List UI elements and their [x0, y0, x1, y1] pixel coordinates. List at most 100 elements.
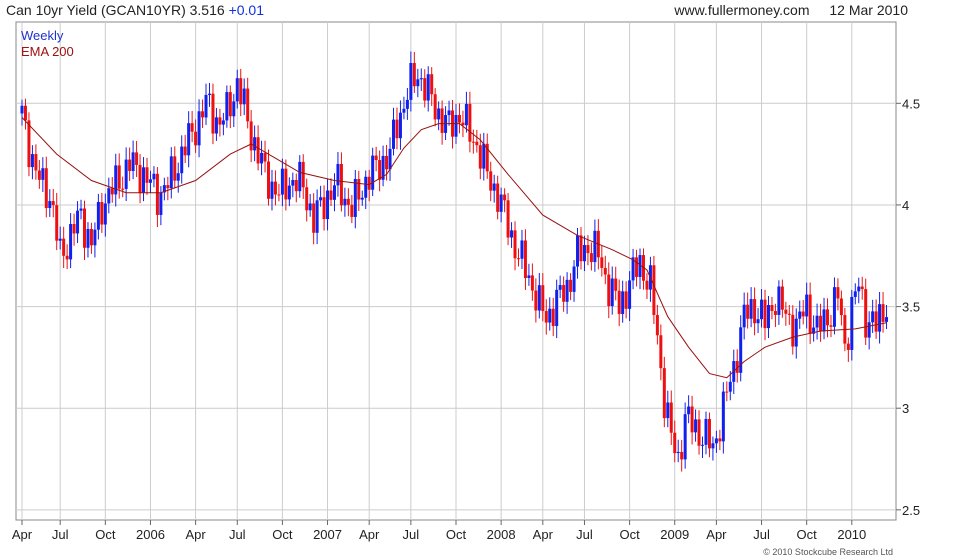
y-axis: 2.5 3 3.5 4 4.5 [896, 96, 920, 518]
candlestick-chart: 2.533.544.5 Apr Jul Oct 2006 Apr Jul Oct 2007 Ap… [12, 21, 920, 557]
candle-body-down [37, 170, 41, 180]
candle-body-up [565, 279, 569, 302]
candle-body-up [152, 173, 156, 180]
candle-body-up [871, 311, 875, 323]
candle-body-down [475, 141, 479, 146]
candle-body-down [100, 202, 104, 225]
x-tick-label: Jul [52, 527, 69, 542]
candle-body-down [294, 179, 298, 192]
candle-body-down [659, 335, 663, 369]
candle-body-up [235, 78, 239, 102]
y-tick-label: 4.5 [902, 96, 920, 111]
candle-body-down [471, 141, 475, 143]
candle-body-down [780, 286, 784, 310]
candle-body-up [176, 173, 180, 181]
candle-body-up [711, 443, 715, 449]
x-tick-label: Oct [446, 527, 467, 542]
candle-body-up [298, 161, 302, 192]
candle-body-down [569, 279, 573, 292]
candle-body-up [207, 93, 211, 95]
candle-body-down [128, 159, 132, 171]
candle-body-down [819, 315, 823, 332]
candle-body-up [593, 230, 597, 263]
candle-body-down [864, 289, 868, 338]
candle-body-down [350, 204, 354, 217]
x-tick-label: 2006 [136, 527, 165, 542]
candle-body-down [430, 74, 434, 95]
candle-body-up [405, 99, 409, 109]
candle-body-up [701, 444, 705, 446]
candle-body-down [82, 208, 86, 248]
grid [16, 22, 896, 520]
candle-body-up [326, 190, 330, 220]
candle-body-down [284, 168, 288, 200]
candle-body-down [194, 131, 198, 146]
candle-body-down [201, 111, 205, 118]
candle-body-up [582, 245, 586, 262]
candle-body-down [110, 188, 114, 195]
candle-body-down [562, 285, 566, 302]
candle-body-down [662, 368, 666, 419]
candle-body-down [763, 299, 767, 329]
candle-body-up [360, 197, 364, 200]
candle-body-down [718, 438, 722, 442]
candle-body-down [770, 305, 774, 312]
candle-body-down [322, 197, 326, 220]
candle-body-up [291, 179, 295, 186]
candle-body-up [756, 319, 760, 324]
candle-body-down [506, 200, 510, 238]
candle-body-up [676, 451, 680, 454]
candle-body-down [516, 258, 520, 260]
candle-body-up [548, 308, 552, 323]
candle-body-up [392, 119, 396, 149]
x-tick-label: Jul [403, 527, 420, 542]
candle-body-down [378, 160, 382, 180]
candle-body-down [839, 298, 843, 316]
x-tick-label: Apr [359, 527, 380, 542]
candle-body-up [107, 188, 111, 204]
candle-body-up [794, 318, 798, 347]
candle-body-up [48, 201, 52, 209]
candle-body-down [489, 171, 493, 191]
x-tick-label: Jul [229, 527, 246, 542]
candle-body-down [218, 117, 222, 125]
candle-body-up [225, 92, 229, 121]
candle-body-down [228, 92, 232, 117]
candle-body-down [881, 304, 885, 322]
candle-body-down [357, 178, 361, 200]
candle-body-up [885, 317, 889, 322]
candle-body-up [30, 154, 34, 168]
candle-body-up [805, 294, 809, 317]
candle-body-up [142, 167, 146, 194]
candle-body-down [23, 105, 27, 121]
candle-body-down [586, 245, 590, 254]
candle-body-down [826, 309, 830, 326]
candle-body-down [773, 311, 777, 315]
x-tick-label: 2009 [660, 527, 689, 542]
candle-body-up [169, 156, 173, 189]
candle-body-down [579, 235, 583, 262]
candle-body-down [624, 291, 628, 309]
candle-body-up [742, 304, 746, 328]
candle-body-down [753, 299, 757, 324]
candle-body-down [787, 313, 791, 315]
candle-body-down [673, 432, 677, 454]
candle-body-down [412, 62, 416, 87]
candle-body-up [148, 179, 152, 183]
candle-body-up [93, 229, 97, 246]
candle-body-up [853, 291, 857, 297]
candle-body-down [346, 198, 350, 205]
candle-body-up [628, 280, 632, 309]
candle-body-up [798, 311, 802, 319]
candle-body-down [541, 285, 545, 312]
candle-body-up [409, 62, 413, 100]
candle-body-down [836, 287, 840, 299]
candle-body-up [20, 105, 24, 114]
candle-body-down [385, 155, 389, 170]
candle-body-down [117, 165, 121, 189]
candle-body-down [523, 240, 527, 278]
candle-body-up [749, 299, 753, 319]
candle-body-down [55, 205, 59, 241]
x-tick-label: Oct [272, 527, 293, 542]
candle-body-down [190, 123, 194, 132]
